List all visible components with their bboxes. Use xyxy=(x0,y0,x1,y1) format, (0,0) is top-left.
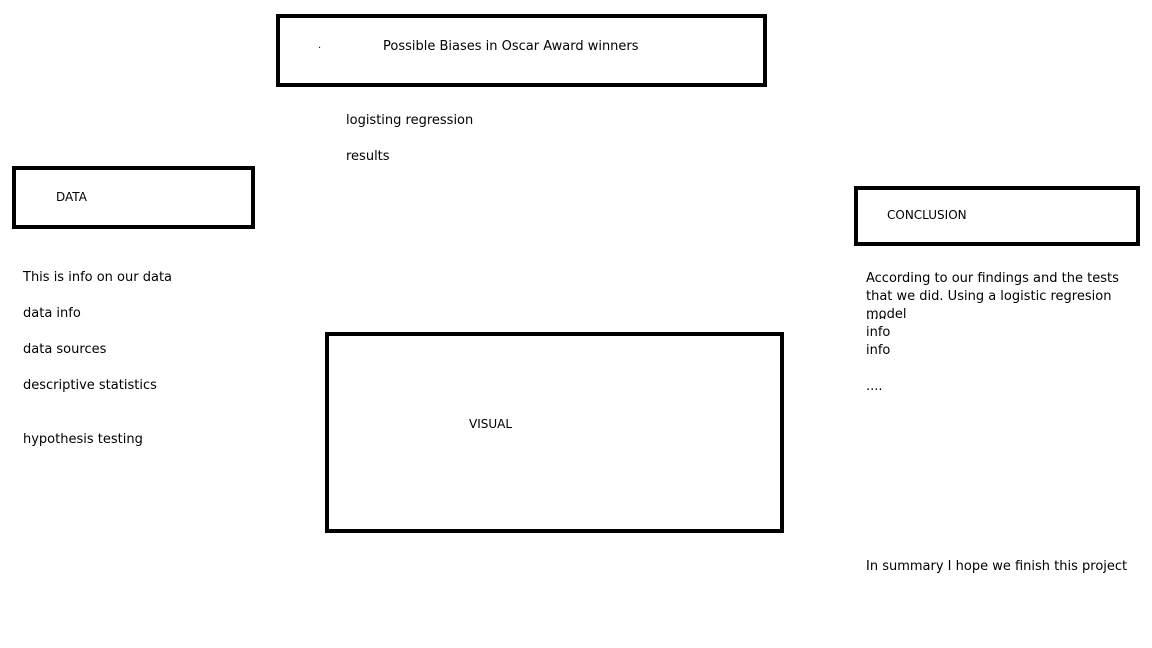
data-item: data sources xyxy=(23,342,107,357)
visual-box xyxy=(325,332,784,533)
methods-item-results: results xyxy=(346,149,390,164)
page-title: Possible Biases in Oscar Award winners xyxy=(383,39,639,54)
conclusion-info: info xyxy=(866,343,891,358)
conclusion-summary: In summary I hope we finish this project xyxy=(866,559,1128,574)
data-box-label: DATA xyxy=(56,190,87,204)
conclusion-info: info xyxy=(866,325,891,340)
title-dot: . xyxy=(318,40,322,51)
data-item: data info xyxy=(23,306,81,321)
data-item: descriptive statistics xyxy=(23,378,157,393)
visual-box-label: VISUAL xyxy=(469,417,513,431)
conclusion-paragraph: According to our findings and the tests … xyxy=(866,271,1119,322)
data-item: This is info on our data xyxy=(23,270,173,285)
conclusion-ellipsis: .... xyxy=(866,379,883,394)
conclusion-ellipsis: ..... xyxy=(866,308,887,323)
methods-item-regression: logisting regression xyxy=(346,113,474,128)
data-item: hypothesis testing xyxy=(23,432,143,447)
conclusion-box-label: CONCLUSION xyxy=(887,208,967,222)
data-box xyxy=(12,166,255,229)
